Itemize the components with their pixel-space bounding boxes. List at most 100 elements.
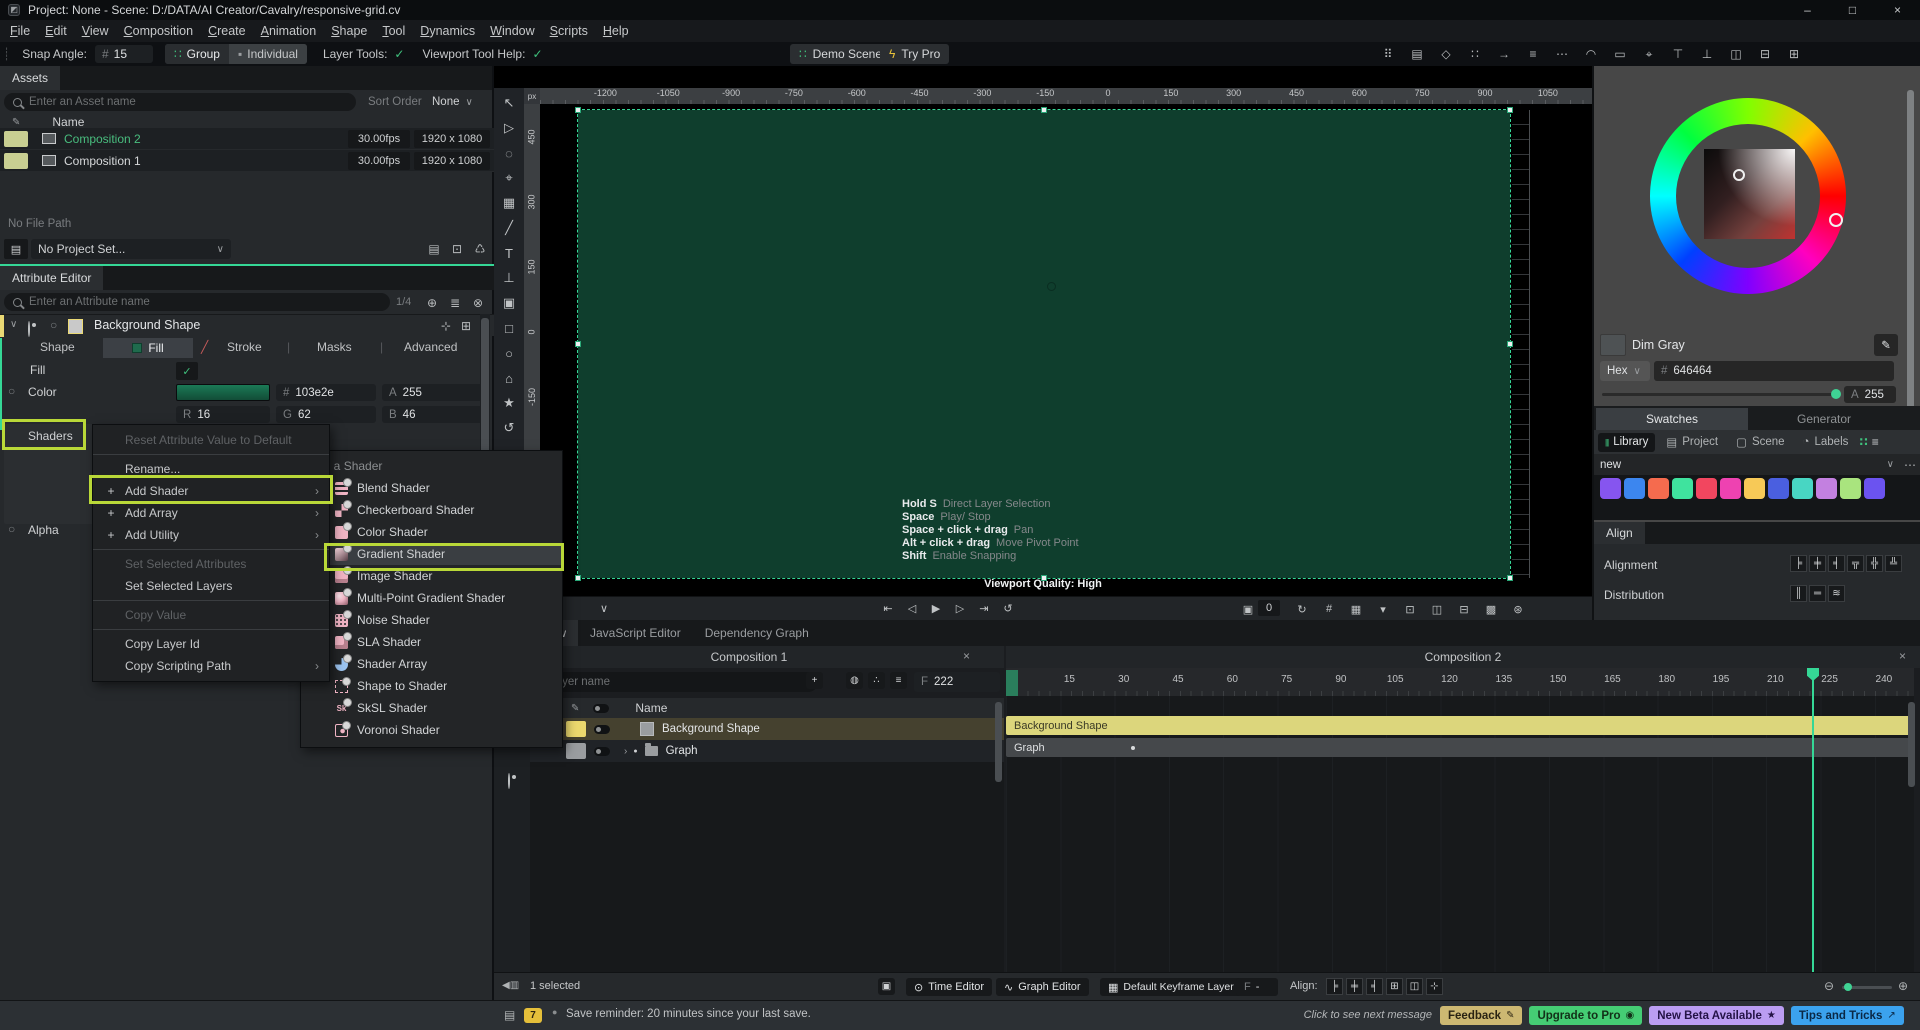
palette-select[interactable]: new ∨ ⋯ xyxy=(1594,454,1920,475)
solo-circle-icon[interactable]: ○ xyxy=(50,318,57,332)
zoom-in-icon[interactable]: ⊕ xyxy=(1898,979,1908,993)
list-view-icon[interactable]: ≡ xyxy=(1872,435,1879,449)
eyedropper-icon[interactable]: ✎ xyxy=(12,117,20,128)
project-button[interactable]: ▤ Project xyxy=(1659,433,1725,452)
align-left-icon[interactable]: ╞ xyxy=(1326,978,1343,995)
tab-fill[interactable]: Fill xyxy=(103,338,193,358)
saturation-value-box[interactable] xyxy=(1704,149,1795,239)
sv-handle[interactable] xyxy=(1733,169,1745,181)
tab-stroke[interactable]: Stroke xyxy=(227,340,262,354)
scatter-icon[interactable]: ∷ xyxy=(1465,45,1485,63)
menu-item[interactable]: Create xyxy=(208,24,246,38)
panel-bottom-icon[interactable]: ⊟ xyxy=(1456,599,1472,619)
palette-swatch[interactable] xyxy=(1792,478,1813,499)
green-field[interactable]: G62 xyxy=(276,406,376,423)
layer-row-background-shape[interactable]: Background Shape ○ xyxy=(530,718,1004,740)
submenu-item[interactable]: Color Shader xyxy=(301,521,562,543)
context-menu-item[interactable]: Copy Scripting Path › xyxy=(93,655,329,677)
grid-hash-icon[interactable]: # xyxy=(1321,599,1337,619)
next-message-link[interactable]: Click to see next message xyxy=(1300,1009,1432,1021)
red-field[interactable]: R16 xyxy=(176,406,270,423)
menu-item[interactable]: Help xyxy=(603,24,629,38)
clear-icon[interactable]: ⊗ xyxy=(468,294,488,312)
eyedropper-button[interactable]: ✎ xyxy=(1874,334,1898,356)
asset-row[interactable]: Composition 1 30.00fps 1920 x 1080 xyxy=(0,150,494,172)
layer-tools-check[interactable]: ✓ xyxy=(394,47,404,61)
menu-item[interactable]: Shape xyxy=(331,24,367,38)
align-center-icon[interactable]: ╪ xyxy=(1346,978,1363,995)
viewport[interactable]: px -1200-1050-900-750-600-450-300-150015… xyxy=(494,66,1592,620)
key-mode-icon[interactable]: ⊹ xyxy=(1426,978,1443,995)
group-mode-button[interactable]: ∷ Group xyxy=(165,44,229,64)
playhead[interactable] xyxy=(1812,668,1814,972)
palette-more-button[interactable]: ⋯ xyxy=(1904,458,1916,472)
selection-handle[interactable] xyxy=(1507,341,1513,347)
menu-item[interactable]: Edit xyxy=(45,24,67,38)
time-ruler[interactable]: 0153045607590105120135150165180195210225… xyxy=(1006,668,1914,696)
layer-color-swatch[interactable] xyxy=(566,743,586,759)
ellipse-tool-icon[interactable]: ○ xyxy=(497,341,521,365)
palette-swatch[interactable] xyxy=(1672,478,1693,499)
visibility-toggle-icon[interactable] xyxy=(593,704,609,713)
time-editor-button[interactable]: ⊙ Time Editor xyxy=(906,978,992,996)
star-tool-icon[interactable]: ★ xyxy=(497,391,521,415)
hex-mode-select[interactable]: Hex ∨ xyxy=(1600,361,1650,381)
checker-icon[interactable]: ▩ xyxy=(1483,599,1499,619)
submenu-item[interactable]: Noise Shader xyxy=(301,609,562,631)
keyframe-layer-select[interactable]: ▦ Default Keyframe Layer xyxy=(1100,978,1242,996)
align-h-right-icon[interactable]: ╡ xyxy=(1828,555,1845,572)
keyframe-dot[interactable] xyxy=(1131,746,1135,750)
visibility-toggle-icon[interactable] xyxy=(594,725,610,734)
menu-item[interactable]: Composition xyxy=(124,24,193,38)
align-grid-icon[interactable]: ⊞ xyxy=(1386,978,1403,995)
dropdown-icon[interactable]: ▾ xyxy=(1375,599,1391,619)
maximize-button[interactable]: □ xyxy=(1830,0,1875,20)
trash-icon[interactable]: ♺ xyxy=(470,240,490,258)
soloing-icon[interactable]: ◍ xyxy=(846,672,863,689)
submenu-item[interactable]: Sk SkSL Shader xyxy=(301,697,562,719)
camera-icon[interactable]: ▣ xyxy=(1240,599,1256,619)
composition-1-title[interactable]: Composition 1 xyxy=(494,646,1004,668)
selection-handle[interactable] xyxy=(1041,107,1047,113)
columns-icon[interactable]: ◫ xyxy=(1726,45,1746,63)
monitor-icon[interactable]: ⊡ xyxy=(447,240,467,258)
monitor-icon[interactable]: ⊡ xyxy=(1402,599,1418,619)
snap-angle-field[interactable]: # 15 xyxy=(95,45,153,63)
layer-row-graph[interactable]: › ● Graph ○ xyxy=(530,740,1004,762)
selection-handle[interactable] xyxy=(1507,107,1513,113)
align-top-icon[interactable]: ⊤ xyxy=(1668,45,1688,63)
split-view-icon[interactable]: ◫ xyxy=(1429,599,1445,619)
align-v-center-icon[interactable]: ╬ xyxy=(1866,555,1883,572)
eye-icon[interactable] xyxy=(28,321,30,337)
pen-tool-icon[interactable]: ⌖ xyxy=(1639,45,1659,63)
menu-item[interactable]: View xyxy=(82,24,109,38)
selection-handle[interactable] xyxy=(575,341,581,347)
grid-dots-icon[interactable]: ⠿ xyxy=(1378,45,1398,63)
hex-value-field[interactable]: # 646464 xyxy=(1654,361,1894,381)
submenu-item[interactable]: Blend Shader xyxy=(301,477,562,499)
submenu-item[interactable]: Gradient Shader xyxy=(301,543,562,565)
frame-tool-icon[interactable]: ▣ xyxy=(497,291,521,315)
tab-align[interactable]: Align xyxy=(1594,522,1645,544)
frame-zero-field[interactable]: 0 xyxy=(1258,600,1280,616)
fill-checkbox[interactable]: ✓ xyxy=(176,362,198,380)
try-pro-button[interactable]: ϟ Try Pro xyxy=(880,44,949,64)
hue-handle[interactable] xyxy=(1829,213,1843,227)
palette-swatch[interactable] xyxy=(1744,478,1765,499)
text-tool-icon[interactable]: T xyxy=(497,241,521,265)
stack-icon[interactable]: ≡ xyxy=(1523,45,1543,63)
blue-field[interactable]: B46 xyxy=(382,406,490,423)
palette-swatch[interactable] xyxy=(1600,478,1621,499)
pen-tool-icon[interactable]: ⌖ xyxy=(497,166,521,190)
name-column-header[interactable]: Name xyxy=(52,115,84,129)
context-menu-item[interactable]: Reset Attribute Value to Default xyxy=(93,429,329,455)
context-menu-item[interactable]: + Add Utility › xyxy=(93,524,329,550)
footer-frame-field[interactable]: F - xyxy=(1236,978,1278,996)
name-column-header[interactable]: Name xyxy=(635,701,667,715)
status-button[interactable]: New Beta Available★ xyxy=(1649,1006,1784,1025)
context-menu-item[interactable]: + Add Array › xyxy=(93,502,329,524)
collapse-chevron-icon[interactable]: ∨ xyxy=(10,319,17,330)
asset-color-swatch[interactable] xyxy=(4,131,28,147)
work-area-marker[interactable] xyxy=(1006,670,1018,696)
align-v-top-icon[interactable]: ╦ xyxy=(1847,555,1864,572)
